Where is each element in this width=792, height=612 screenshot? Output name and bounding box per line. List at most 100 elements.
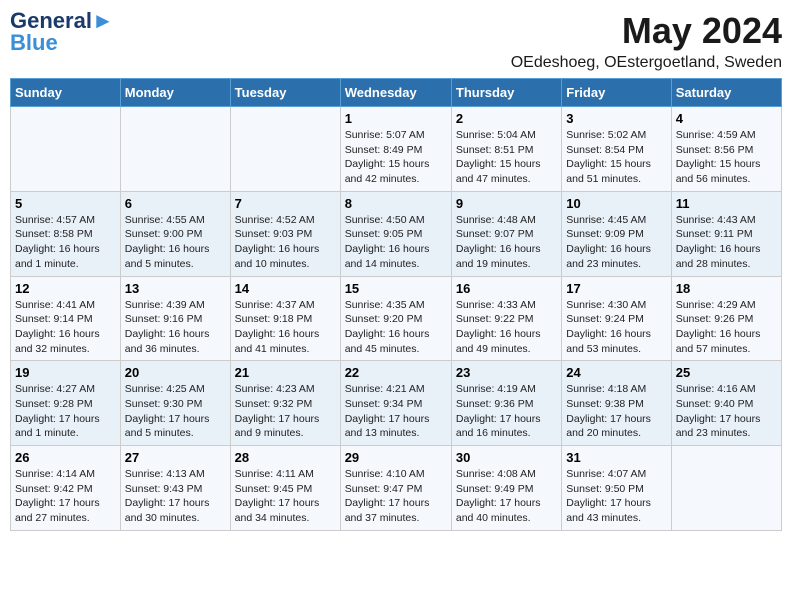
day-info: Sunrise: 4:33 AM Sunset: 9:22 PM Dayligh… (456, 298, 557, 357)
day-number: 30 (456, 450, 557, 465)
day-info: Sunrise: 4:39 AM Sunset: 9:16 PM Dayligh… (125, 298, 226, 357)
day-cell-15: 15 Sunrise: 4:35 AM Sunset: 9:20 PM Dayli… (340, 276, 451, 361)
day-number: 11 (676, 196, 777, 211)
day-cell-4: 4Sunrise: 4:59 AM Sunset: 8:56 PM Daylig… (671, 107, 781, 192)
day-cell-21: 21Sunrise: 4:23 AM Sunset: 9:32 PM Dayli… (230, 361, 340, 446)
day-number: 14 (235, 281, 336, 296)
day-cell-31: 31Sunrise: 4:07 AM Sunset: 9:50 PM Dayli… (562, 446, 671, 531)
day-cell-26: 26Sunrise: 4:14 AM Sunset: 9:42 PM Dayli… (11, 446, 121, 531)
day-number: 16 (456, 281, 557, 296)
day-info: Sunrise: 4:16 AM Sunset: 9:40 PM Dayligh… (676, 382, 777, 441)
day-number: 2 (456, 111, 557, 126)
day-info: Sunrise: 5:02 AM Sunset: 8:54 PM Dayligh… (566, 128, 666, 187)
day-cell-7: 7 Sunrise: 4:52 AM Sunset: 9:03 PM Daylig… (230, 191, 340, 276)
day-info: Sunrise: 4:35 AM Sunset: 9:20 PM Dayligh… (345, 298, 447, 357)
day-number: 18 (676, 281, 777, 296)
day-info: Sunrise: 4:59 AM Sunset: 8:56 PM Dayligh… (676, 128, 777, 187)
day-number: 22 (345, 365, 447, 380)
day-number: 12 (15, 281, 116, 296)
day-info: Sunrise: 4:08 AM Sunset: 9:49 PM Dayligh… (456, 467, 557, 526)
week-row-1: 1Sunrise: 5:07 AM Sunset: 8:49 PM Daylig… (11, 107, 782, 192)
day-info: Sunrise: 4:52 AM Sunset: 9:03 PM Dayligh… (235, 213, 336, 272)
day-number: 23 (456, 365, 557, 380)
day-number: 13 (125, 281, 226, 296)
header-thursday: Thursday (451, 79, 561, 107)
day-info: Sunrise: 4:57 AM Sunset: 8:58 PM Dayligh… (15, 213, 116, 272)
day-info: Sunrise: 4:10 AM Sunset: 9:47 PM Dayligh… (345, 467, 447, 526)
header-sunday: Sunday (11, 79, 121, 107)
day-info: Sunrise: 4:21 AM Sunset: 9:34 PM Dayligh… (345, 382, 447, 441)
day-cell-17: 17 Sunrise: 4:30 AM Sunset: 9:24 PM Dayli… (562, 276, 671, 361)
day-cell-empty (671, 446, 781, 531)
day-info: Sunrise: 4:23 AM Sunset: 9:32 PM Dayligh… (235, 382, 336, 441)
day-info: Sunrise: 4:13 AM Sunset: 9:43 PM Dayligh… (125, 467, 226, 526)
day-cell-18: 18 Sunrise: 4:29 AM Sunset: 9:26 PM Dayli… (671, 276, 781, 361)
calendar-table: SundayMondayTuesdayWednesdayThursdayFrid… (10, 78, 782, 531)
title-block: May 2024 OEdeshoeg, OEstergoetland, Swed… (511, 10, 782, 72)
day-cell-23: 23 Sunrise: 4:19 AM Sunset: 9:36 PM Dayli… (451, 361, 561, 446)
day-number: 3 (566, 111, 666, 126)
week-row-4: 19 Sunrise: 4:27 AM Sunset: 9:28 PM Dayli… (11, 361, 782, 446)
week-row-5: 26Sunrise: 4:14 AM Sunset: 9:42 PM Dayli… (11, 446, 782, 531)
day-cell-12: 12Sunrise: 4:41 AM Sunset: 9:14 PM Dayli… (11, 276, 121, 361)
day-cell-14: 14 Sunrise: 4:37 AM Sunset: 9:18 PM Dayli… (230, 276, 340, 361)
header-saturday: Saturday (671, 79, 781, 107)
day-cell-13: 13 Sunrise: 4:39 AM Sunset: 9:16 PM Dayli… (120, 276, 230, 361)
day-number: 25 (676, 365, 777, 380)
day-number: 17 (566, 281, 666, 296)
header-friday: Friday (562, 79, 671, 107)
day-cell-9: 9 Sunrise: 4:48 AM Sunset: 9:07 PM Daylig… (451, 191, 561, 276)
day-cell-10: 10Sunrise: 4:45 AM Sunset: 9:09 PM Dayli… (562, 191, 671, 276)
day-cell-19: 19 Sunrise: 4:27 AM Sunset: 9:28 PM Dayli… (11, 361, 121, 446)
calendar-subtitle: OEdeshoeg, OEstergoetland, Sweden (511, 54, 782, 72)
day-number: 26 (15, 450, 116, 465)
day-info: Sunrise: 4:43 AM Sunset: 9:11 PM Dayligh… (676, 213, 777, 272)
day-info: Sunrise: 4:48 AM Sunset: 9:07 PM Dayligh… (456, 213, 557, 272)
day-cell-5: 5 Sunrise: 4:57 AM Sunset: 8:58 PM Daylig… (11, 191, 121, 276)
calendar-header-row: SundayMondayTuesdayWednesdayThursdayFrid… (11, 79, 782, 107)
day-info: Sunrise: 4:55 AM Sunset: 9:00 PM Dayligh… (125, 213, 226, 272)
day-info: Sunrise: 4:19 AM Sunset: 9:36 PM Dayligh… (456, 382, 557, 441)
day-cell-11: 11 Sunrise: 4:43 AM Sunset: 9:11 PM Dayli… (671, 191, 781, 276)
day-number: 24 (566, 365, 666, 380)
header-monday: Monday (120, 79, 230, 107)
week-row-2: 5 Sunrise: 4:57 AM Sunset: 8:58 PM Daylig… (11, 191, 782, 276)
day-info: Sunrise: 4:30 AM Sunset: 9:24 PM Dayligh… (566, 298, 666, 357)
day-cell-empty (120, 107, 230, 192)
day-cell-empty (11, 107, 121, 192)
day-cell-empty (230, 107, 340, 192)
day-number: 6 (125, 196, 226, 211)
day-number: 9 (456, 196, 557, 211)
day-cell-2: 2Sunrise: 5:04 AM Sunset: 8:51 PM Daylig… (451, 107, 561, 192)
header-wednesday: Wednesday (340, 79, 451, 107)
day-info: Sunrise: 4:18 AM Sunset: 9:38 PM Dayligh… (566, 382, 666, 441)
week-row-3: 12Sunrise: 4:41 AM Sunset: 9:14 PM Dayli… (11, 276, 782, 361)
day-cell-20: 20Sunrise: 4:25 AM Sunset: 9:30 PM Dayli… (120, 361, 230, 446)
day-cell-3: 3 Sunrise: 5:02 AM Sunset: 8:54 PM Daylig… (562, 107, 671, 192)
day-cell-16: 16 Sunrise: 4:33 AM Sunset: 9:22 PM Dayli… (451, 276, 561, 361)
day-info: Sunrise: 4:37 AM Sunset: 9:18 PM Dayligh… (235, 298, 336, 357)
day-info: Sunrise: 4:07 AM Sunset: 9:50 PM Dayligh… (566, 467, 666, 526)
day-number: 19 (15, 365, 116, 380)
day-info: Sunrise: 4:27 AM Sunset: 9:28 PM Dayligh… (15, 382, 116, 441)
day-cell-1: 1Sunrise: 5:07 AM Sunset: 8:49 PM Daylig… (340, 107, 451, 192)
day-info: Sunrise: 4:11 AM Sunset: 9:45 PM Dayligh… (235, 467, 336, 526)
logo-bird-icon: ► (92, 8, 114, 33)
day-number: 28 (235, 450, 336, 465)
day-number: 10 (566, 196, 666, 211)
day-number: 5 (15, 196, 116, 211)
day-number: 15 (345, 281, 447, 296)
day-cell-24: 24 Sunrise: 4:18 AM Sunset: 9:38 PM Dayli… (562, 361, 671, 446)
day-info: Sunrise: 4:29 AM Sunset: 9:26 PM Dayligh… (676, 298, 777, 357)
day-number: 7 (235, 196, 336, 211)
day-number: 1 (345, 111, 447, 126)
day-info: Sunrise: 4:50 AM Sunset: 9:05 PM Dayligh… (345, 213, 447, 272)
logo: General► Blue (10, 10, 114, 56)
day-number: 8 (345, 196, 447, 211)
calendar-title: May 2024 (511, 10, 782, 52)
day-cell-27: 27 Sunrise: 4:13 AM Sunset: 9:43 PM Dayli… (120, 446, 230, 531)
day-cell-29: 29Sunrise: 4:10 AM Sunset: 9:47 PM Dayli… (340, 446, 451, 531)
day-number: 27 (125, 450, 226, 465)
day-cell-22: 22 Sunrise: 4:21 AM Sunset: 9:34 PM Dayli… (340, 361, 451, 446)
day-cell-6: 6 Sunrise: 4:55 AM Sunset: 9:00 PM Daylig… (120, 191, 230, 276)
